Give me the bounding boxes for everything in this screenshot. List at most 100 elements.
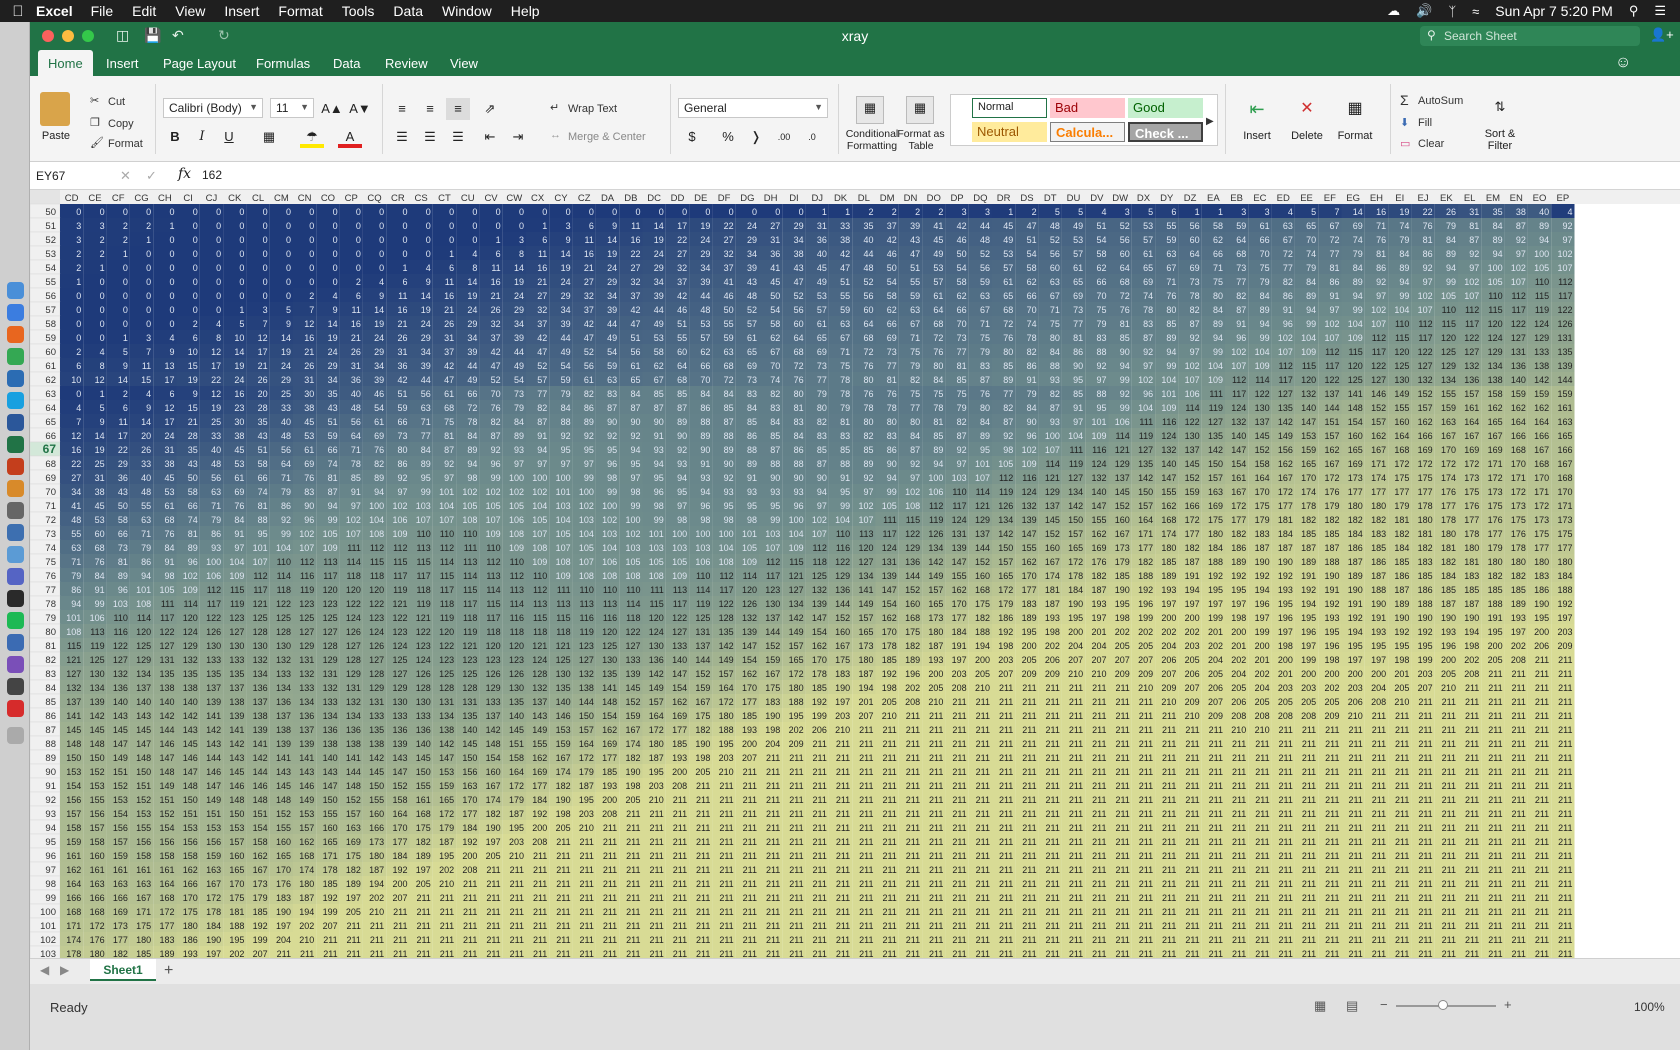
row-header-64[interactable]: 64	[45, 403, 56, 414]
menu-format[interactable]: Format	[278, 3, 322, 19]
format-as-table-button[interactable]: Format as Table	[896, 128, 946, 152]
column-header-ef[interactable]: EF	[1324, 193, 1336, 204]
trash-icon[interactable]	[7, 727, 24, 744]
row-header-80[interactable]: 80	[45, 627, 56, 638]
column-header-dl[interactable]: DL	[858, 193, 870, 204]
insert-cells-button[interactable]: Insert	[1232, 130, 1282, 142]
row-header-56[interactable]: 56	[45, 291, 56, 302]
fill-icon[interactable]: ⬇	[1400, 116, 1409, 129]
safari-icon[interactable]	[7, 304, 24, 321]
column-header-ep[interactable]: EP	[1557, 193, 1570, 204]
column-header-cd[interactable]: CD	[65, 193, 79, 204]
column-header-cw[interactable]: CW	[506, 193, 522, 204]
row-header-71[interactable]: 71	[45, 501, 56, 512]
row-header-75[interactable]: 75	[45, 557, 56, 568]
cells-grid[interactable]: CD CE CF CG CH CI CJ CK CL CM CN CO CP CQ CR CS CT CU CV CW…	[30, 190, 1680, 958]
bluetooth-icon[interactable]: ᛉ	[1448, 4, 1456, 19]
column-header-co[interactable]: CO	[321, 193, 335, 204]
column-header-dh[interactable]: DH	[764, 193, 778, 204]
column-header-ds[interactable]: DS	[1020, 193, 1033, 204]
number-format-select[interactable]: General ▼	[678, 98, 828, 118]
merge-center-button[interactable]: Merge & Center	[568, 131, 646, 143]
terminal-icon[interactable]	[7, 590, 24, 607]
menu-tools[interactable]: Tools	[342, 3, 375, 19]
column-header-de[interactable]: DE	[694, 193, 707, 204]
cut-button[interactable]: Cut	[108, 96, 125, 108]
app-icon[interactable]	[7, 524, 24, 541]
column-header-dq[interactable]: DQ	[973, 193, 987, 204]
column-header-eb[interactable]: EB	[1230, 193, 1243, 204]
autosum-icon[interactable]: Σ	[1400, 92, 1409, 108]
column-header-ct[interactable]: CT	[438, 193, 451, 204]
wrap-text-icon[interactable]: ↵	[550, 101, 559, 114]
style-bad[interactable]: Bad	[1050, 98, 1125, 118]
name-box[interactable]: EY67	[36, 166, 111, 186]
delete-cells-icon[interactable]: ✕	[1292, 98, 1322, 120]
format-as-table-icon[interactable]: ▦	[906, 96, 934, 124]
column-header-ej[interactable]: EJ	[1418, 193, 1429, 204]
row-header-57[interactable]: 57	[45, 305, 56, 316]
powerpoint-icon[interactable]	[7, 458, 24, 475]
decrease-font-size-icon[interactable]: A▼	[348, 98, 372, 120]
finder-icon[interactable]	[7, 282, 24, 299]
style-calculation[interactable]: Calcula...	[1050, 122, 1125, 142]
insert-cells-icon[interactable]: ⇤	[1242, 98, 1272, 120]
fill-button[interactable]: Fill	[1418, 117, 1432, 129]
spreadsheet-grid[interactable]: CD CE CF CG CH CI CJ CK CL CM CN CO CP CQ CR CS CT CU CV CW…	[30, 190, 1680, 958]
firefox-icon[interactable]	[7, 326, 24, 343]
column-header-di[interactable]: DI	[789, 193, 799, 204]
column-header-ea[interactable]: EA	[1207, 193, 1220, 204]
copy-icon[interactable]: ❐	[90, 116, 100, 129]
column-header-cx[interactable]: CX	[531, 193, 545, 204]
row-header-52[interactable]: 52	[45, 235, 56, 246]
column-header-dg[interactable]: DG	[740, 193, 754, 204]
column-header-cu[interactable]: CU	[461, 193, 475, 204]
font-color-icon[interactable]: A	[338, 126, 362, 148]
column-header-dd[interactable]: DD	[671, 193, 685, 204]
column-header-dy[interactable]: DY	[1160, 193, 1174, 204]
currency-icon[interactable]: $	[680, 126, 704, 148]
app-icon[interactable]	[7, 370, 24, 387]
app-icon[interactable]	[7, 656, 24, 673]
share-icon[interactable]: 👤+	[1650, 27, 1674, 43]
app-icon[interactable]	[7, 568, 24, 585]
feedback-smiley-icon[interactable]: ☺	[1615, 54, 1631, 72]
format-cells-button[interactable]: Format	[1330, 130, 1380, 142]
tab-formulas[interactable]: Formulas	[256, 50, 310, 76]
column-header-eo[interactable]: EO	[1533, 193, 1547, 204]
menu-insert[interactable]: Insert	[224, 3, 259, 19]
column-header-cg[interactable]: CG	[134, 193, 148, 204]
excel-icon[interactable]	[7, 436, 24, 453]
paste-icon[interactable]	[40, 92, 70, 126]
column-header-dc[interactable]: DC	[647, 193, 661, 204]
apple-icon[interactable]: 	[0, 3, 36, 20]
column-header-cn[interactable]: CN	[298, 193, 312, 204]
column-header-dm[interactable]: DM	[880, 193, 895, 204]
delete-cells-button[interactable]: Delete	[1282, 130, 1332, 142]
notification-center-icon[interactable]: ☰	[1654, 3, 1666, 19]
row-header-79[interactable]: 79	[45, 613, 56, 624]
row-header-86[interactable]: 86	[45, 711, 56, 722]
menu-view[interactable]: View	[175, 3, 205, 19]
orientation-icon[interactable]: ⇗	[478, 98, 502, 120]
tab-data[interactable]: Data	[333, 50, 360, 76]
spotify-icon[interactable]	[7, 612, 24, 629]
column-header-ck[interactable]: CK	[228, 193, 242, 204]
column-header-df[interactable]: DF	[718, 193, 731, 204]
column-header-dz[interactable]: DZ	[1184, 193, 1197, 204]
row-header-73[interactable]: 73	[45, 529, 56, 540]
menu-edit[interactable]: Edit	[132, 3, 156, 19]
row-header-83[interactable]: 83	[45, 669, 56, 680]
row-header-60[interactable]: 60	[45, 347, 56, 358]
copy-button[interactable]: Copy	[108, 118, 134, 130]
column-header-em[interactable]: EM	[1486, 193, 1500, 204]
row-header-53[interactable]: 53	[45, 249, 56, 260]
row-header-54[interactable]: 54	[45, 263, 56, 274]
spotlight-search-icon[interactable]: ⚲	[1629, 3, 1639, 19]
menu-app-name[interactable]: Excel	[36, 3, 73, 19]
menu-file[interactable]: File	[91, 3, 114, 19]
column-header-dj[interactable]: DJ	[811, 193, 823, 204]
increase-font-size-icon[interactable]: A▲	[320, 98, 344, 120]
wifi-icon[interactable]: ≈	[1472, 4, 1479, 19]
column-header-ce[interactable]: CE	[88, 193, 101, 204]
